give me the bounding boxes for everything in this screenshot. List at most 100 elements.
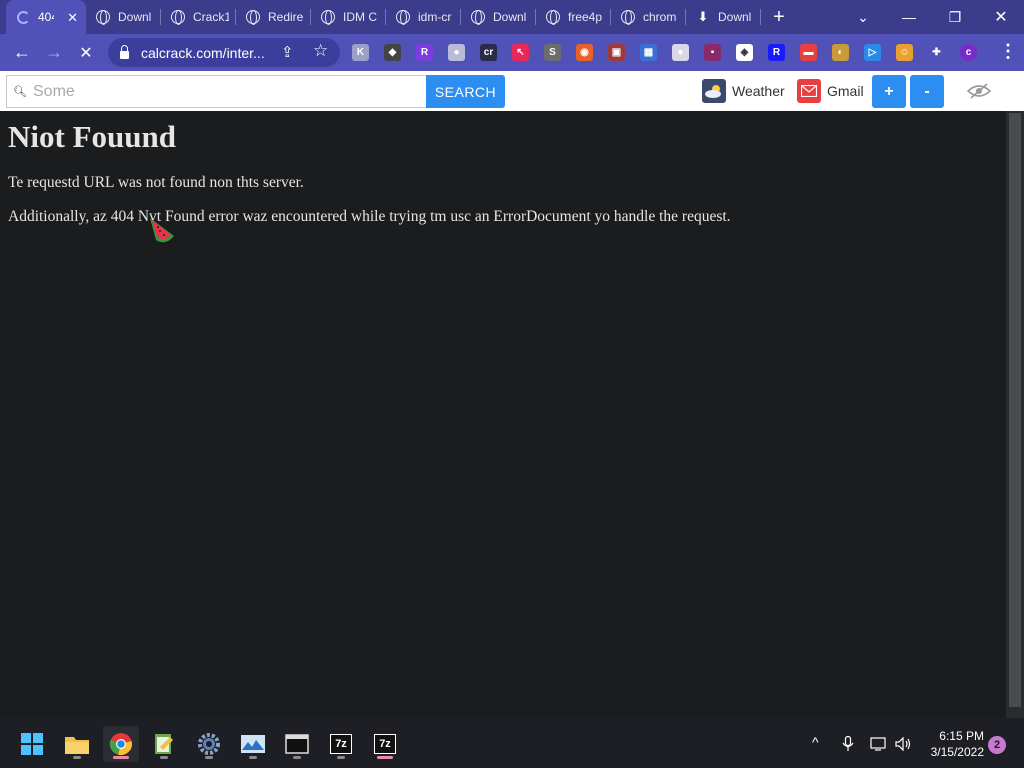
search-icon: 🔍︎	[13, 86, 27, 98]
download-icon: ⬇	[697, 9, 709, 24]
browser-menu-icon[interactable]: ⋮	[999, 41, 1017, 62]
forward-button[interactable]: →	[38, 37, 70, 69]
error-message: Te requestd URL was not found non thts s…	[8, 174, 304, 191]
microphone-icon[interactable]	[842, 736, 854, 752]
ext-face-icon[interactable]: ☺	[896, 44, 913, 61]
ext-play-icon[interactable]: ▷	[864, 44, 881, 61]
ext-ring-icon[interactable]: ◉	[576, 44, 593, 61]
search-input[interactable]	[33, 82, 413, 101]
tab-crack1[interactable]: Crack1	[161, 0, 236, 34]
notification-badge[interactable]: 2	[988, 736, 1006, 754]
globe-icon	[546, 10, 560, 25]
bookmark-star-icon[interactable]: ☆	[313, 41, 328, 61]
page-title: Niot Fouund	[8, 119, 176, 154]
weather-widget[interactable]: Weather	[702, 79, 785, 103]
tab-redire[interactable]: Redire	[236, 0, 311, 34]
ext-r-blue-icon[interactable]: R	[768, 44, 785, 61]
tab-label: chrom	[643, 10, 677, 24]
ext-s-icon[interactable]: S	[544, 44, 561, 61]
ext-hat-icon[interactable]: ◆	[384, 44, 401, 61]
ext-frame-icon[interactable]: ▣	[608, 44, 625, 61]
mail-icon	[797, 79, 821, 103]
tab-downl-3[interactable]: ⬇ Downl	[686, 0, 761, 34]
watermelon-cursor-icon	[150, 218, 174, 243]
clock-time: 6:15 PM	[939, 729, 984, 743]
ext-dog-icon[interactable]: ◐	[832, 44, 849, 61]
clock-date: 3/15/2022	[930, 745, 984, 759]
tab-label: Redire	[268, 10, 304, 24]
search-extension-bar: 🔍︎ SEARCH Weather Gmail + -	[0, 71, 1024, 111]
close-window-button[interactable]: ✕	[978, 0, 1024, 34]
minimize-button[interactable]: —	[886, 0, 932, 34]
ext-grid-icon[interactable]: ▦	[640, 44, 657, 61]
address-bar[interactable]: calcrack.com/inter...	[108, 38, 340, 67]
back-button[interactable]: ←	[6, 37, 38, 69]
clock[interactable]: 6:15 PM 3/15/2022	[924, 728, 984, 760]
globe-icon	[171, 10, 185, 25]
ext-cr-icon[interactable]: cr	[480, 44, 497, 61]
terminal-icon[interactable]	[279, 726, 315, 762]
profile-avatar-icon[interactable]: c	[960, 44, 977, 61]
tab-404[interactable]: 404 ✕	[6, 0, 86, 34]
tab-idm-c[interactable]: IDM C	[311, 0, 386, 34]
browser-window: 404 ✕ Downl Crack1 Redire IDM C idm-cr	[0, 0, 1024, 768]
globe-icon	[471, 10, 485, 25]
stop-button[interactable]: ✕	[70, 37, 102, 69]
tab-label: 404	[38, 10, 54, 24]
url-text: calcrack.com/inter...	[141, 44, 265, 61]
ext-circle-icon[interactable]: ●	[672, 44, 689, 61]
tab-label: IDM C	[343, 10, 377, 24]
weather-icon	[702, 79, 726, 103]
close-tab-icon[interactable]: ✕	[67, 10, 78, 26]
weather-label: Weather	[732, 83, 785, 99]
gmail-label: Gmail	[827, 83, 864, 99]
tab-downl-1[interactable]: Downl	[86, 0, 161, 34]
gmail-widget[interactable]: Gmail	[797, 79, 864, 103]
7zip-icon[interactable]: 7z	[323, 726, 359, 762]
extensions-puzzle-icon[interactable]: ✚	[928, 44, 945, 61]
ext-r-purple-icon[interactable]: R	[416, 44, 433, 61]
ext-cursor-icon[interactable]: ↖	[512, 44, 529, 61]
globe-icon	[246, 10, 260, 25]
tab-search-button[interactable]: ⌄	[840, 0, 886, 34]
notepad-icon[interactable]	[146, 726, 182, 762]
tab-chrom[interactable]: chrom	[611, 0, 686, 34]
settings-icon[interactable]	[191, 726, 227, 762]
error-details: Additionally, az 404 Nvt Found error waz…	[8, 208, 731, 225]
start-icon[interactable]	[14, 726, 50, 762]
lock-icon	[120, 44, 129, 59]
zoom-in-button[interactable]: +	[872, 75, 906, 108]
tray-chevron-icon[interactable]: ^	[812, 734, 819, 750]
search-box: 🔍︎	[6, 75, 426, 108]
7zip-icon-2[interactable]: 7z	[367, 726, 403, 762]
volume-icon[interactable]	[895, 737, 913, 751]
chrome-icon[interactable]	[103, 726, 139, 762]
tab-label: Crack1	[193, 10, 229, 24]
tab-label: Downl	[493, 10, 527, 24]
file-explorer-icon[interactable]	[59, 726, 95, 762]
loading-spinner-icon	[16, 10, 30, 24]
search-button[interactable]: SEARCH	[426, 75, 505, 108]
tab-downl-2[interactable]: Downl	[461, 0, 536, 34]
ext-cloud-icon[interactable]: ●	[448, 44, 465, 61]
scrollbar-thumb[interactable]	[1009, 113, 1021, 707]
globe-icon	[96, 10, 110, 25]
hide-eye-icon[interactable]	[967, 83, 991, 99]
ext-diamond-icon[interactable]: ◈	[736, 44, 753, 61]
new-tab-button[interactable]: +	[761, 0, 797, 34]
tab-free4p[interactable]: free4p	[536, 0, 611, 34]
share-icon[interactable]: ⇪	[281, 43, 294, 61]
restore-button[interactable]: ❐	[932, 0, 978, 34]
page-scrollbar[interactable]	[1006, 111, 1024, 718]
tab-idm-cr[interactable]: idm-cr	[386, 0, 461, 34]
tab-label: Downl	[118, 10, 152, 24]
network-icon[interactable]	[870, 737, 888, 751]
ext-k-icon[interactable]: K	[352, 44, 369, 61]
photos-icon[interactable]	[235, 726, 271, 762]
tab-label: Downl	[718, 10, 752, 24]
zoom-out-button[interactable]: -	[910, 75, 944, 108]
taskbar: 7z 7z ^ 6:15 PM 3/15/2022	[0, 718, 1024, 768]
ext-red-box-icon[interactable]: ▬	[800, 44, 817, 61]
tab-strip: 404 ✕ Downl Crack1 Redire IDM C idm-cr	[0, 0, 1024, 34]
ext-purple-box-icon[interactable]: ▪	[704, 44, 721, 61]
